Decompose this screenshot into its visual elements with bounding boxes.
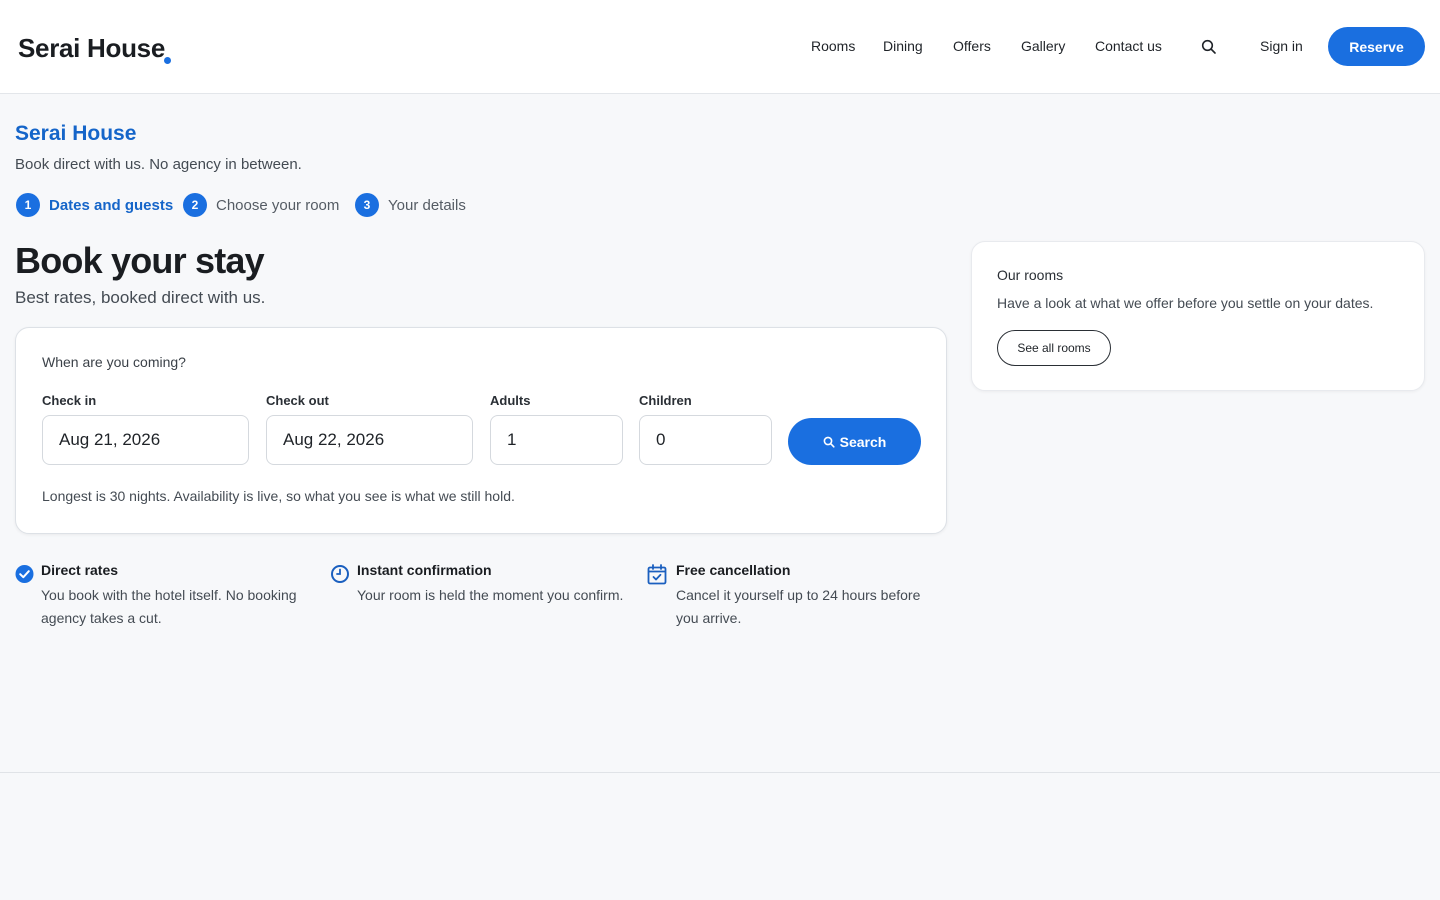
clock-icon xyxy=(331,564,351,584)
page-subtitle: Best rates, booked direct with us. xyxy=(15,288,266,307)
our-rooms-card: Our rooms Have a look at what we offer b… xyxy=(971,241,1425,391)
brand-logo[interactable]: Serai House xyxy=(18,33,165,64)
feature-title: Direct rates xyxy=(41,562,119,578)
footer-divider xyxy=(0,772,1440,773)
step-number: 3 xyxy=(355,193,379,217)
step-number: 2 xyxy=(183,193,207,217)
feature-description: You book with the hotel itself. No booki… xyxy=(41,587,297,626)
nav-link-dining[interactable]: Dining xyxy=(883,38,923,54)
stay-limit-note: Longest is 30 nights. Availability is li… xyxy=(42,488,515,504)
check-in-label: Check in xyxy=(42,393,97,408)
nav-link-offers[interactable]: Offers xyxy=(953,38,991,54)
nav-link-gallery[interactable]: Gallery xyxy=(1021,38,1065,54)
children-field[interactable] xyxy=(639,415,772,465)
step-choose-your-room[interactable]: 2 Choose your room xyxy=(183,193,339,217)
booking-form-card: When are you coming? Check in Check out … xyxy=(15,327,947,534)
sign-in-link[interactable]: Sign in xyxy=(1260,38,1303,54)
children-label: Children xyxy=(639,393,692,408)
search-icon xyxy=(823,436,835,448)
search-button[interactable]: Search xyxy=(788,418,921,465)
hotel-name-heading: Serai House xyxy=(15,122,137,145)
top-navigation-bar: Serai House Rooms Dining Offers Gallery … xyxy=(0,0,1440,94)
reserve-button[interactable]: Reserve xyxy=(1328,27,1425,66)
check-out-field[interactable] xyxy=(266,415,473,465)
search-icon[interactable] xyxy=(1201,39,1217,55)
feature-description: Your room is held the moment you confirm… xyxy=(357,587,624,603)
see-all-rooms-button[interactable]: See all rooms xyxy=(997,330,1111,366)
feature-title: Instant confirmation xyxy=(357,562,492,578)
feature-description: Cancel it yourself up to 24 hours before… xyxy=(676,587,921,626)
step-label: Dates and guests xyxy=(49,196,174,214)
rooms-card-description: Have a look at what we offer before you … xyxy=(997,295,1374,311)
search-button-label: Search xyxy=(839,433,887,450)
step-label: Choose your room xyxy=(216,196,340,214)
calendar-check-icon xyxy=(647,564,667,585)
step-number: 1 xyxy=(16,193,40,217)
nav-link-rooms[interactable]: Rooms xyxy=(811,38,855,54)
page-title: Book your stay xyxy=(15,240,265,281)
check-out-label: Check out xyxy=(266,393,329,408)
adults-label: Adults xyxy=(490,393,531,408)
step-dates-and-guests[interactable]: 1 Dates and guests xyxy=(16,193,173,217)
adults-field[interactable] xyxy=(490,415,623,465)
form-question: When are you coming? xyxy=(42,354,186,370)
nav-link-contact-us[interactable]: Contact us xyxy=(1095,38,1162,54)
step-label: Your details xyxy=(388,196,466,214)
check-in-field[interactable] xyxy=(42,415,249,465)
hotel-tagline: Book direct with us. No agency in betwee… xyxy=(15,156,302,173)
step-your-details[interactable]: 3 Your details xyxy=(355,193,466,217)
check-circle-icon xyxy=(15,564,35,584)
feature-title: Free cancellation xyxy=(676,562,791,578)
rooms-card-title: Our rooms xyxy=(997,267,1064,283)
brand-logo-dot xyxy=(164,57,171,64)
